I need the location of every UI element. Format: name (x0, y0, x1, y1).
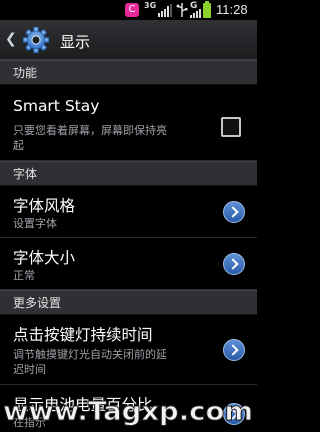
setting-subtitle: 设置字体 (13, 217, 57, 230)
signal-icon-2 (190, 9, 201, 18)
notification-app-icon: C (125, 3, 139, 17)
page-title: 显示 (60, 33, 91, 51)
setting-title: 显示电池电量百分比 (13, 396, 153, 414)
clock: 11:28 (216, 2, 248, 17)
setting-key-light-duration[interactable]: 点击按键灯持续时间 调节触摸键灯光自动关闭前的延 迟时间 (0, 315, 257, 385)
section-header-more-settings: 更多设置 (0, 290, 257, 315)
section-header-font: 字体 (0, 161, 257, 186)
battery-icon (203, 1, 211, 18)
gear-icon[interactable] (22, 26, 50, 54)
setting-subtitle: 调节触摸键灯光自动关闭前的延 迟时间 (13, 348, 167, 376)
setting-title: 点击按键灯持续时间 (13, 326, 153, 344)
chevron-left-icon[interactable]: ❮ (5, 32, 17, 46)
setting-title: 字体大小 (13, 249, 76, 267)
setting-font-style[interactable]: 字体风格 设置字体 (0, 186, 257, 238)
signal-icon (158, 4, 172, 17)
setting-font-size[interactable]: 字体大小 正常 (0, 238, 257, 290)
setting-title: 字体风格 (13, 197, 76, 215)
smart-stay-checkbox[interactable] (221, 117, 241, 137)
chevron-right-icon[interactable] (223, 201, 245, 223)
setting-subtitle: 在指示 (13, 416, 46, 429)
section-header-features: 功能 (0, 60, 257, 85)
chevron-right-icon[interactable] (223, 253, 245, 275)
setting-battery-percentage[interactable]: 显示电池电量百分比 在指示 (0, 385, 257, 432)
network-type-label: 3G (144, 1, 157, 10)
status-bar: C 3G G 11:28 (0, 0, 257, 20)
chevron-right-icon[interactable] (223, 403, 245, 425)
chevron-right-icon[interactable] (223, 339, 245, 361)
settings-list: 功能 Smart Stay 只要您看着屏幕，屏幕即保持亮 起 字体 字体风格 设… (0, 60, 257, 432)
setting-title: Smart Stay (13, 97, 100, 115)
setting-smart-stay[interactable]: Smart Stay 只要您看着屏幕，屏幕即保持亮 起 (0, 85, 257, 161)
usb-icon (176, 3, 188, 17)
setting-subtitle: 只要您看着屏幕，屏幕即保持亮 起 (13, 124, 167, 152)
setting-subtitle: 正常 (13, 269, 35, 282)
action-bar: ❮ 显示 (0, 20, 257, 60)
